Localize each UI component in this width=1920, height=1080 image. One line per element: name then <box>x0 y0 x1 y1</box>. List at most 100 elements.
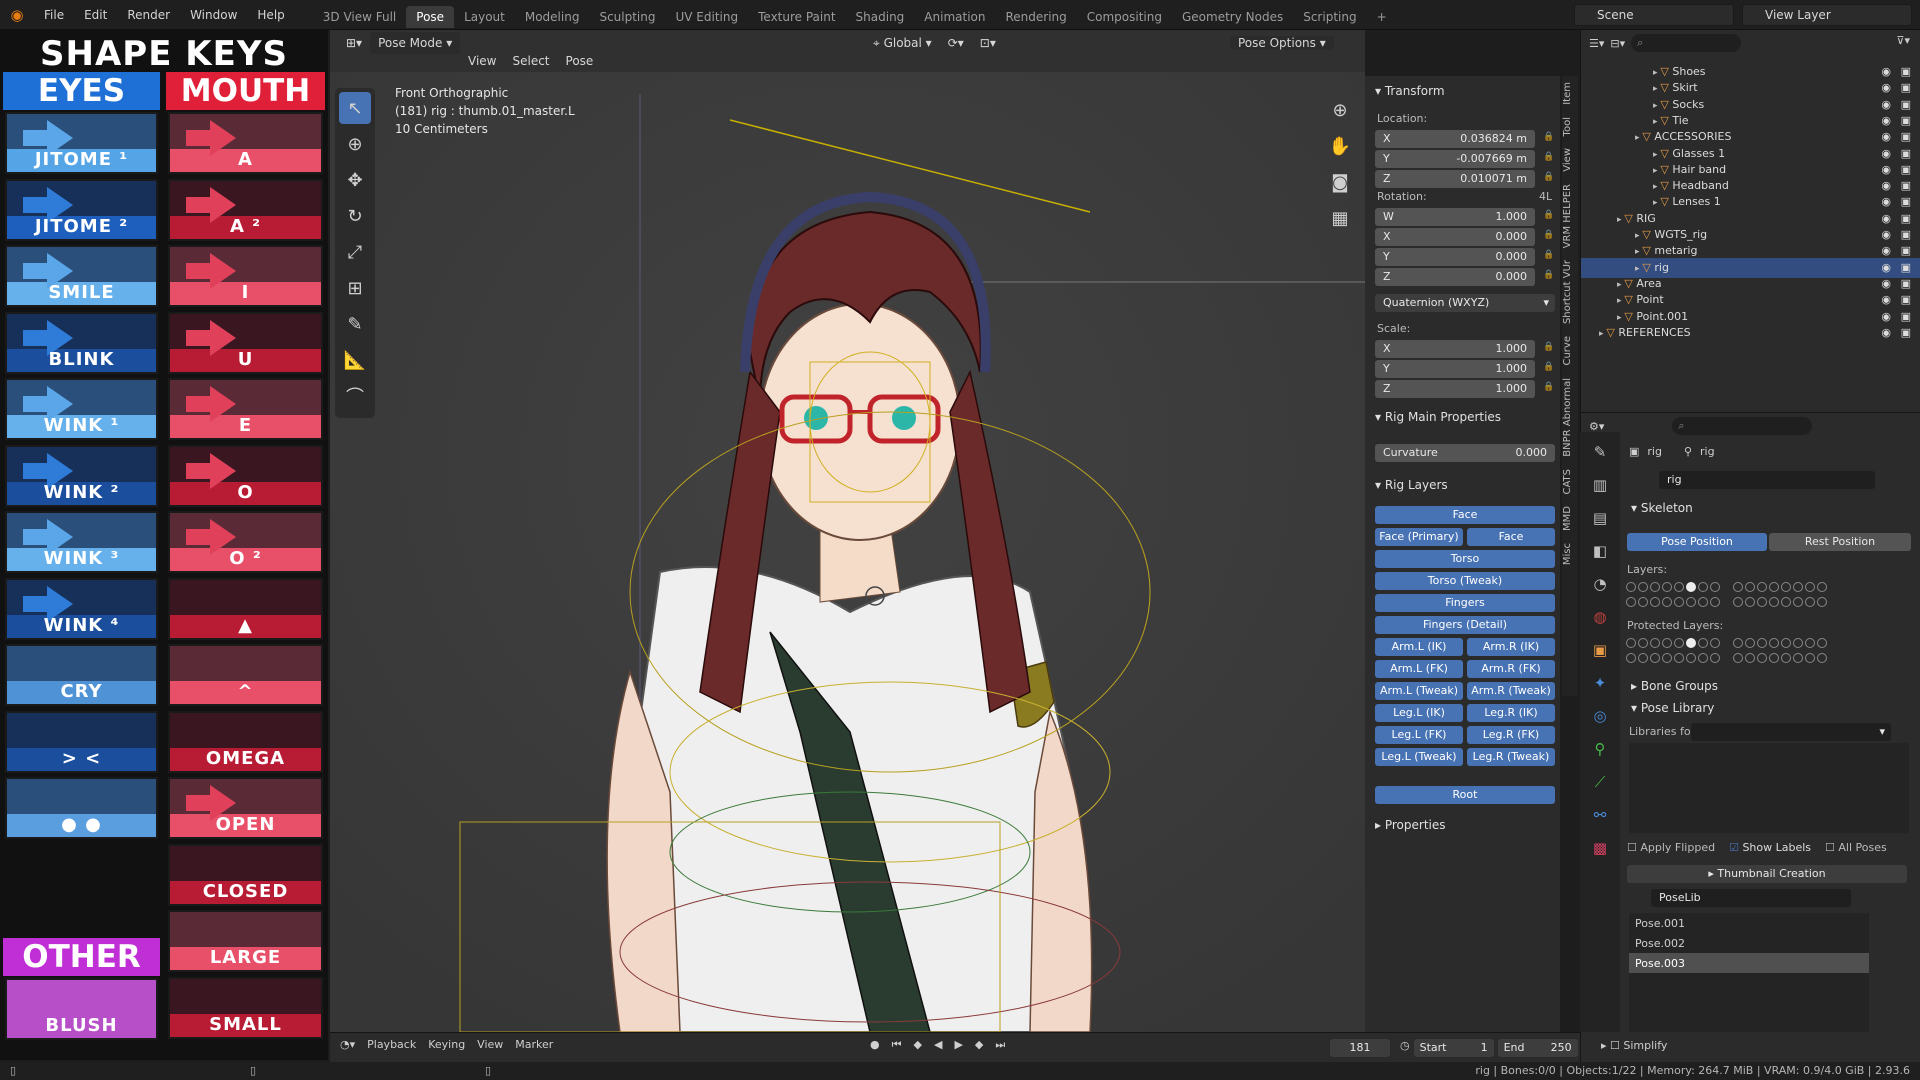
lock-icon[interactable]: 🔒 <box>1543 342 1554 352</box>
menu-edit[interactable]: Edit <box>74 0 117 30</box>
shapekey-blush-button[interactable]: BLUSH <box>5 978 158 1040</box>
tab-uv-editing[interactable]: UV Editing <box>666 6 749 28</box>
tab-3d-view-full[interactable]: 3D View Full <box>313 6 407 28</box>
tab-layout[interactable]: Layout <box>454 6 515 28</box>
prev-key-icon[interactable]: ◆ <box>914 1038 922 1052</box>
shapekey-mouth-button[interactable]: ^ <box>168 644 323 706</box>
layer-leg-l-ik-button[interactable]: Leg.L (IK) <box>1375 704 1463 722</box>
all-poses-checkbox[interactable]: ☐ All Poses <box>1825 841 1887 854</box>
shapekey-eyes-button[interactable]: WINK ³ <box>5 511 158 573</box>
shapekey-mouth-button[interactable]: SMALL <box>168 976 323 1039</box>
jump-end-icon[interactable]: ⏭ <box>995 1038 1005 1052</box>
bone-roll-icon[interactable]: ⌒ <box>339 380 371 412</box>
layer-torso-button[interactable]: Torso <box>1375 550 1555 568</box>
apply-flipped-checkbox[interactable]: ☐ Apply Flipped <box>1627 841 1715 854</box>
props-editor-icon[interactable]: ⚙▾ <box>1589 420 1604 433</box>
sidebar-tab[interactable]: CATS <box>1562 463 1573 501</box>
annotate-icon[interactable]: ✎ <box>339 308 371 340</box>
menu-keying[interactable]: Keying <box>428 1038 465 1051</box>
orientation-selector[interactable]: ⌖ Global ▾ <box>865 32 940 54</box>
menu-playback[interactable]: Playback <box>367 1038 416 1051</box>
menu-help[interactable]: Help <box>247 0 294 30</box>
shapekey-mouth-button[interactable]: A ² <box>168 178 323 241</box>
move-icon[interactable]: ✥ <box>339 164 371 196</box>
layer-dot[interactable] <box>1626 582 1636 592</box>
menu-render[interactable]: Render <box>117 0 180 30</box>
lock-icon[interactable]: 🔒 <box>1543 172 1554 182</box>
pose-position-button[interactable]: Pose Position <box>1627 533 1767 551</box>
props-search-input[interactable]: ⌕ <box>1672 417 1813 435</box>
rotate-icon[interactable]: ↻ <box>339 200 371 232</box>
layer-fingers-button[interactable]: Fingers <box>1375 594 1555 612</box>
layer-fingers-detail-button[interactable]: Fingers (Detail) <box>1375 616 1555 634</box>
shapekey-mouth-button[interactable]: OPEN <box>168 777 323 839</box>
blender-logo-icon[interactable]: ◉ <box>0 0 34 30</box>
layer-leg-l-fk-button[interactable]: Leg.L (FK) <box>1375 726 1463 744</box>
object-tab-icon[interactable]: ▣ <box>1587 637 1613 663</box>
armature-name-field[interactable]: rig <box>1659 471 1875 489</box>
play-reverse-icon[interactable]: ◀ <box>934 1038 942 1052</box>
transform-section[interactable]: ▾ Transform <box>1365 80 1560 102</box>
render-camera-icon[interactable]: ▣ <box>1901 323 1911 343</box>
layer-torso-tweak-button[interactable]: Torso (Tweak) <box>1375 572 1555 590</box>
shapekey-mouth-button[interactable]: OMEGA <box>168 710 323 773</box>
tab-shading[interactable]: Shading <box>846 6 915 28</box>
record-icon[interactable]: ● <box>870 1038 880 1052</box>
shapekey-eyes-button[interactable]: BLINK <box>5 311 158 374</box>
menu-marker[interactable]: Marker <box>515 1038 553 1051</box>
sidebar-tab[interactable]: Item <box>1562 76 1573 111</box>
shapekey-mouth-button[interactable]: CLOSED <box>168 843 323 906</box>
zoom-icon[interactable]: ⊕ <box>1324 94 1356 126</box>
visibility-eye-icon[interactable]: ◉ <box>1881 323 1891 343</box>
sidebar-tab[interactable]: MMD <box>1562 500 1573 537</box>
menu-file[interactable]: File <box>34 0 74 30</box>
shapekey-mouth-button[interactable]: E <box>168 378 323 440</box>
layer-arm-l-tweak-button[interactable]: Arm.L (Tweak) <box>1375 682 1463 700</box>
shapekey-eyes-button[interactable]: > < <box>5 710 158 773</box>
transform-field[interactable]: X 1.000 <box>1375 340 1535 358</box>
tab-animation[interactable]: Animation <box>914 6 995 28</box>
world-tab-icon[interactable]: ◍ <box>1587 604 1613 630</box>
camera-icon[interactable]: ◙ <box>1324 166 1356 198</box>
transform-field[interactable]: X 0.036824 m <box>1375 130 1535 148</box>
snap-icon[interactable]: ⊡▾ <box>972 32 1004 54</box>
jump-start-icon[interactable]: ⏮ <box>892 1038 902 1052</box>
layer-face-primary-button[interactable]: Face (Primary) <box>1375 528 1463 546</box>
curvature-field[interactable]: Curvature 0.000 <box>1375 444 1555 462</box>
tool-tab-icon[interactable]: ✎ <box>1587 439 1613 465</box>
menu-window[interactable]: Window <box>180 0 247 30</box>
lock-icon[interactable]: 🔒 <box>1543 270 1554 280</box>
shapekey-eyes-button[interactable]: WINK ² <box>5 444 158 507</box>
sidebar-tab[interactable]: Shortcut VUr <box>1562 254 1573 330</box>
lock-icon[interactable]: 🔒 <box>1543 210 1554 220</box>
sidebar-tab[interactable]: Curve <box>1562 330 1573 372</box>
layer-arm-r-tweak-button[interactable]: Arm.R (Tweak) <box>1467 682 1555 700</box>
layer-root-button[interactable]: Root <box>1375 786 1555 804</box>
end-frame-field[interactable]: End 250 <box>1497 1039 1578 1057</box>
rest-position-button[interactable]: Rest Position <box>1769 533 1911 551</box>
simplify-checkbox[interactable]: ▸ ☐ Simplify <box>1601 1039 1667 1052</box>
tab-sculpting[interactable]: Sculpting <box>589 6 665 28</box>
bone-groups-section[interactable]: ▸ Bone Groups <box>1621 675 1911 697</box>
transform-field[interactable]: X 0.000 <box>1375 228 1535 246</box>
transform-field[interactable]: Z 1.000 <box>1375 380 1535 398</box>
layer-face-secondary-button[interactable]: Face (Seconda... <box>1467 528 1555 561</box>
scene-tab-icon[interactable]: ◔ <box>1587 571 1613 597</box>
transform-field[interactable]: Y 0.000 <box>1375 248 1535 266</box>
layer-arm-l-ik-button[interactable]: Arm.L (IK) <box>1375 638 1463 656</box>
view-layer-tab-icon[interactable]: ◧ <box>1587 538 1613 564</box>
protected-layers-grid[interactable] <box>1625 637 1915 667</box>
shapekey-mouth-button[interactable]: O <box>168 444 323 507</box>
3d-viewport[interactable]: Front Orthographic (181) rig : thumb.01_… <box>330 72 1365 1032</box>
libraries-select[interactable]: ▾ <box>1691 723 1891 741</box>
pose-item[interactable]: Pose.001 <box>1629 913 1869 933</box>
layer-face-button[interactable]: Face <box>1375 506 1555 524</box>
properties-section[interactable]: ▸ Properties <box>1365 814 1560 836</box>
shapekey-mouth-button[interactable]: LARGE <box>168 910 323 972</box>
poselib-field[interactable]: PoseLib <box>1651 889 1851 907</box>
menu-view[interactable]: View <box>460 50 504 72</box>
grid-icon[interactable]: ▦ <box>1324 202 1356 234</box>
shapekey-mouth-button[interactable]: ▲ <box>168 577 323 640</box>
add-workspace-icon[interactable]: + <box>1367 6 1397 28</box>
shapekey-mouth-button[interactable]: O ² <box>168 511 323 573</box>
